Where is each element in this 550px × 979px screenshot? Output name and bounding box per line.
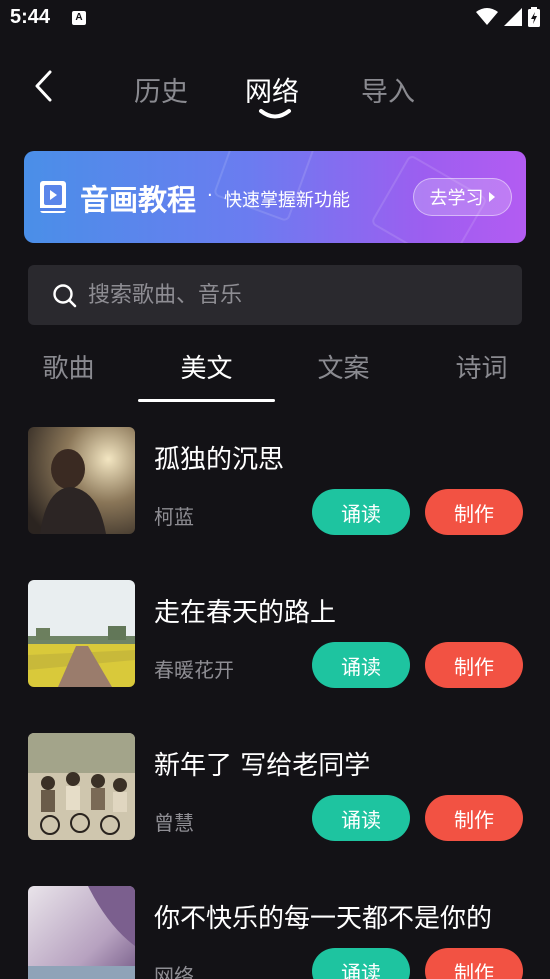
item-author: 曾慧 (154, 811, 194, 835)
play-arrow-icon (488, 192, 495, 202)
make-button[interactable]: 制作 (425, 948, 523, 979)
active-tab-indicator (259, 109, 291, 119)
item-author: 柯蓝 (154, 505, 194, 529)
status-bar: 5:44 A (0, 0, 550, 38)
item-author: 网络 (154, 964, 194, 979)
item-title: 走在春天的路上 (154, 598, 337, 628)
list-item[interactable]: 你不快乐的每一天都不是你的 网络 诵读 制作 (0, 886, 550, 979)
make-button[interactable]: 制作 (425, 795, 523, 841)
item-title: 新年了 写给老同学 (154, 751, 371, 781)
read-button[interactable]: 诵读 (312, 489, 410, 535)
wifi-icon (476, 8, 498, 25)
category-songs[interactable]: 歌曲 (0, 348, 137, 385)
banner-separator: · (207, 185, 213, 206)
essay-thumbnail (28, 427, 135, 534)
banner-subtitle: 快速掌握新功能 (224, 190, 350, 211)
list-item[interactable]: 孤独的沉思 柯蓝 诵读 制作 (0, 427, 550, 535)
read-button[interactable]: 诵读 (312, 948, 410, 979)
search-input[interactable] (88, 265, 508, 325)
tutorial-book-icon (40, 181, 66, 213)
category-tabs: 歌曲 美文 文案 诗词 (0, 340, 550, 404)
category-copywriting[interactable]: 文案 (275, 348, 412, 385)
category-poems[interactable]: 诗词 (413, 348, 550, 385)
essay-thumbnail (28, 580, 135, 687)
item-title: 你不快乐的每一天都不是你的 (154, 904, 493, 934)
banner-title: 音画教程 (80, 183, 197, 217)
search-bar[interactable] (28, 265, 522, 325)
notification-icon: A (72, 11, 86, 25)
search-icon (53, 284, 77, 308)
read-button[interactable]: 诵读 (312, 642, 410, 688)
chevron-left-icon (35, 70, 52, 102)
learn-button-label: 去学习 (429, 188, 484, 209)
category-essays[interactable]: 美文 (138, 348, 275, 385)
make-button[interactable]: 制作 (425, 642, 523, 688)
tab-history[interactable]: 历史 (134, 70, 188, 109)
status-time: 5:44 (10, 6, 51, 28)
list-item[interactable]: 走在春天的路上 春暖花开 诵读 制作 (0, 580, 550, 688)
battery-icon (528, 7, 540, 27)
back-button[interactable] (28, 68, 60, 104)
tab-network[interactable]: 网络 (245, 70, 299, 109)
learn-button[interactable]: 去学习 (413, 178, 512, 216)
essay-thumbnail (28, 733, 135, 840)
signal-icon (504, 8, 522, 26)
tutorial-banner[interactable]: 音画教程 · 快速掌握新功能 去学习 (24, 151, 526, 243)
make-button[interactable]: 制作 (425, 489, 523, 535)
item-author: 春暖花开 (154, 658, 234, 682)
list-item[interactable]: 新年了 写给老同学 曾慧 诵读 制作 (0, 733, 550, 841)
essay-thumbnail (28, 886, 135, 979)
tab-import[interactable]: 导入 (361, 70, 415, 109)
read-button[interactable]: 诵读 (312, 795, 410, 841)
status-icons (476, 7, 540, 27)
item-title: 孤独的沉思 (154, 445, 285, 475)
category-active-underline (138, 399, 275, 402)
